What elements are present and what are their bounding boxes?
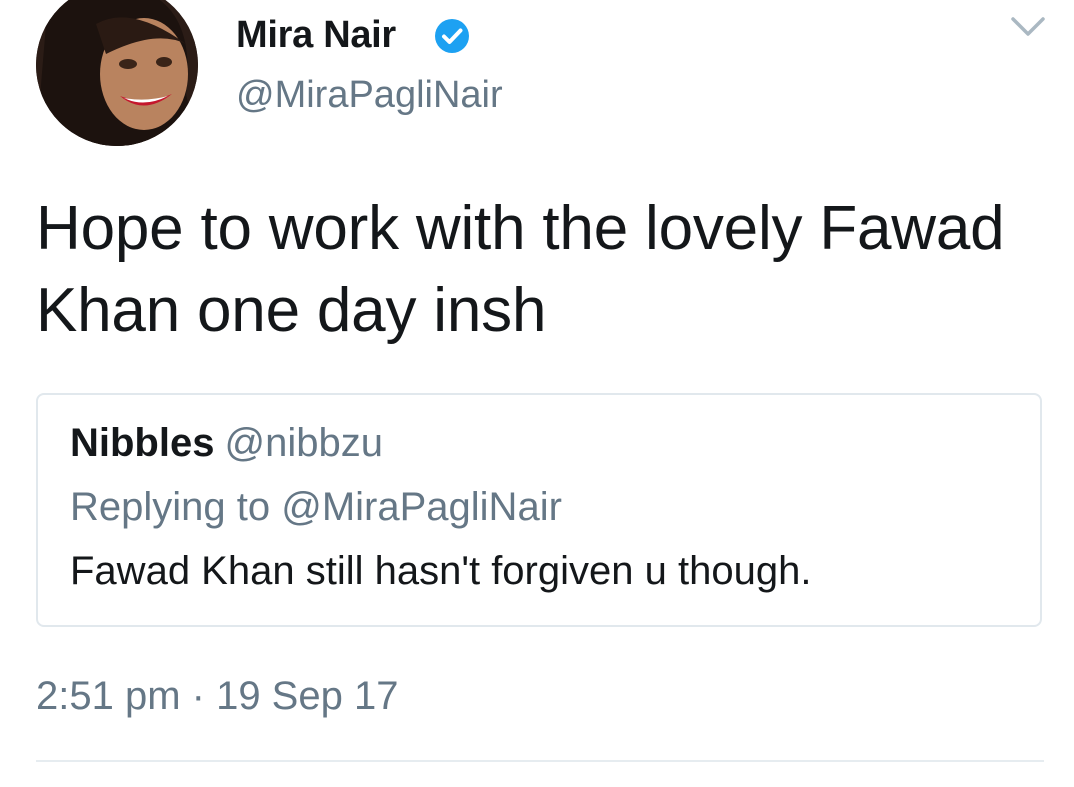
quoted-tweet-text: Fawad Khan still hasn't forgiven u thoug… [70,549,812,593]
author-handle[interactable]: @MiraPagliNair [236,72,503,118]
quoted-author-handle: @nibbzu [224,421,383,465]
tweet-text: Hope to work with the lovely Fawad Khan … [36,194,1005,345]
divider [36,760,1044,762]
quoted-replying-to: Replying to @MiraPagliNair [70,485,562,529]
quoted-tweet-card[interactable]: Nibbles @nibbzu Replying to @MiraPagliNai… [36,393,1042,627]
avatar-photo [36,0,198,146]
chevron-down-icon[interactable] [1008,14,1048,40]
quoted-author-name: Nibbles [70,421,215,465]
verified-badge-icon [435,19,469,53]
author-avatar[interactable] [36,0,198,146]
author-name[interactable]: Mira Nair [236,12,396,58]
quoted-tweet-header: Nibbles @nibbzu [70,419,383,467]
tweet-timestamp[interactable]: 2:51 pm · 19 Sep 17 [36,672,398,720]
